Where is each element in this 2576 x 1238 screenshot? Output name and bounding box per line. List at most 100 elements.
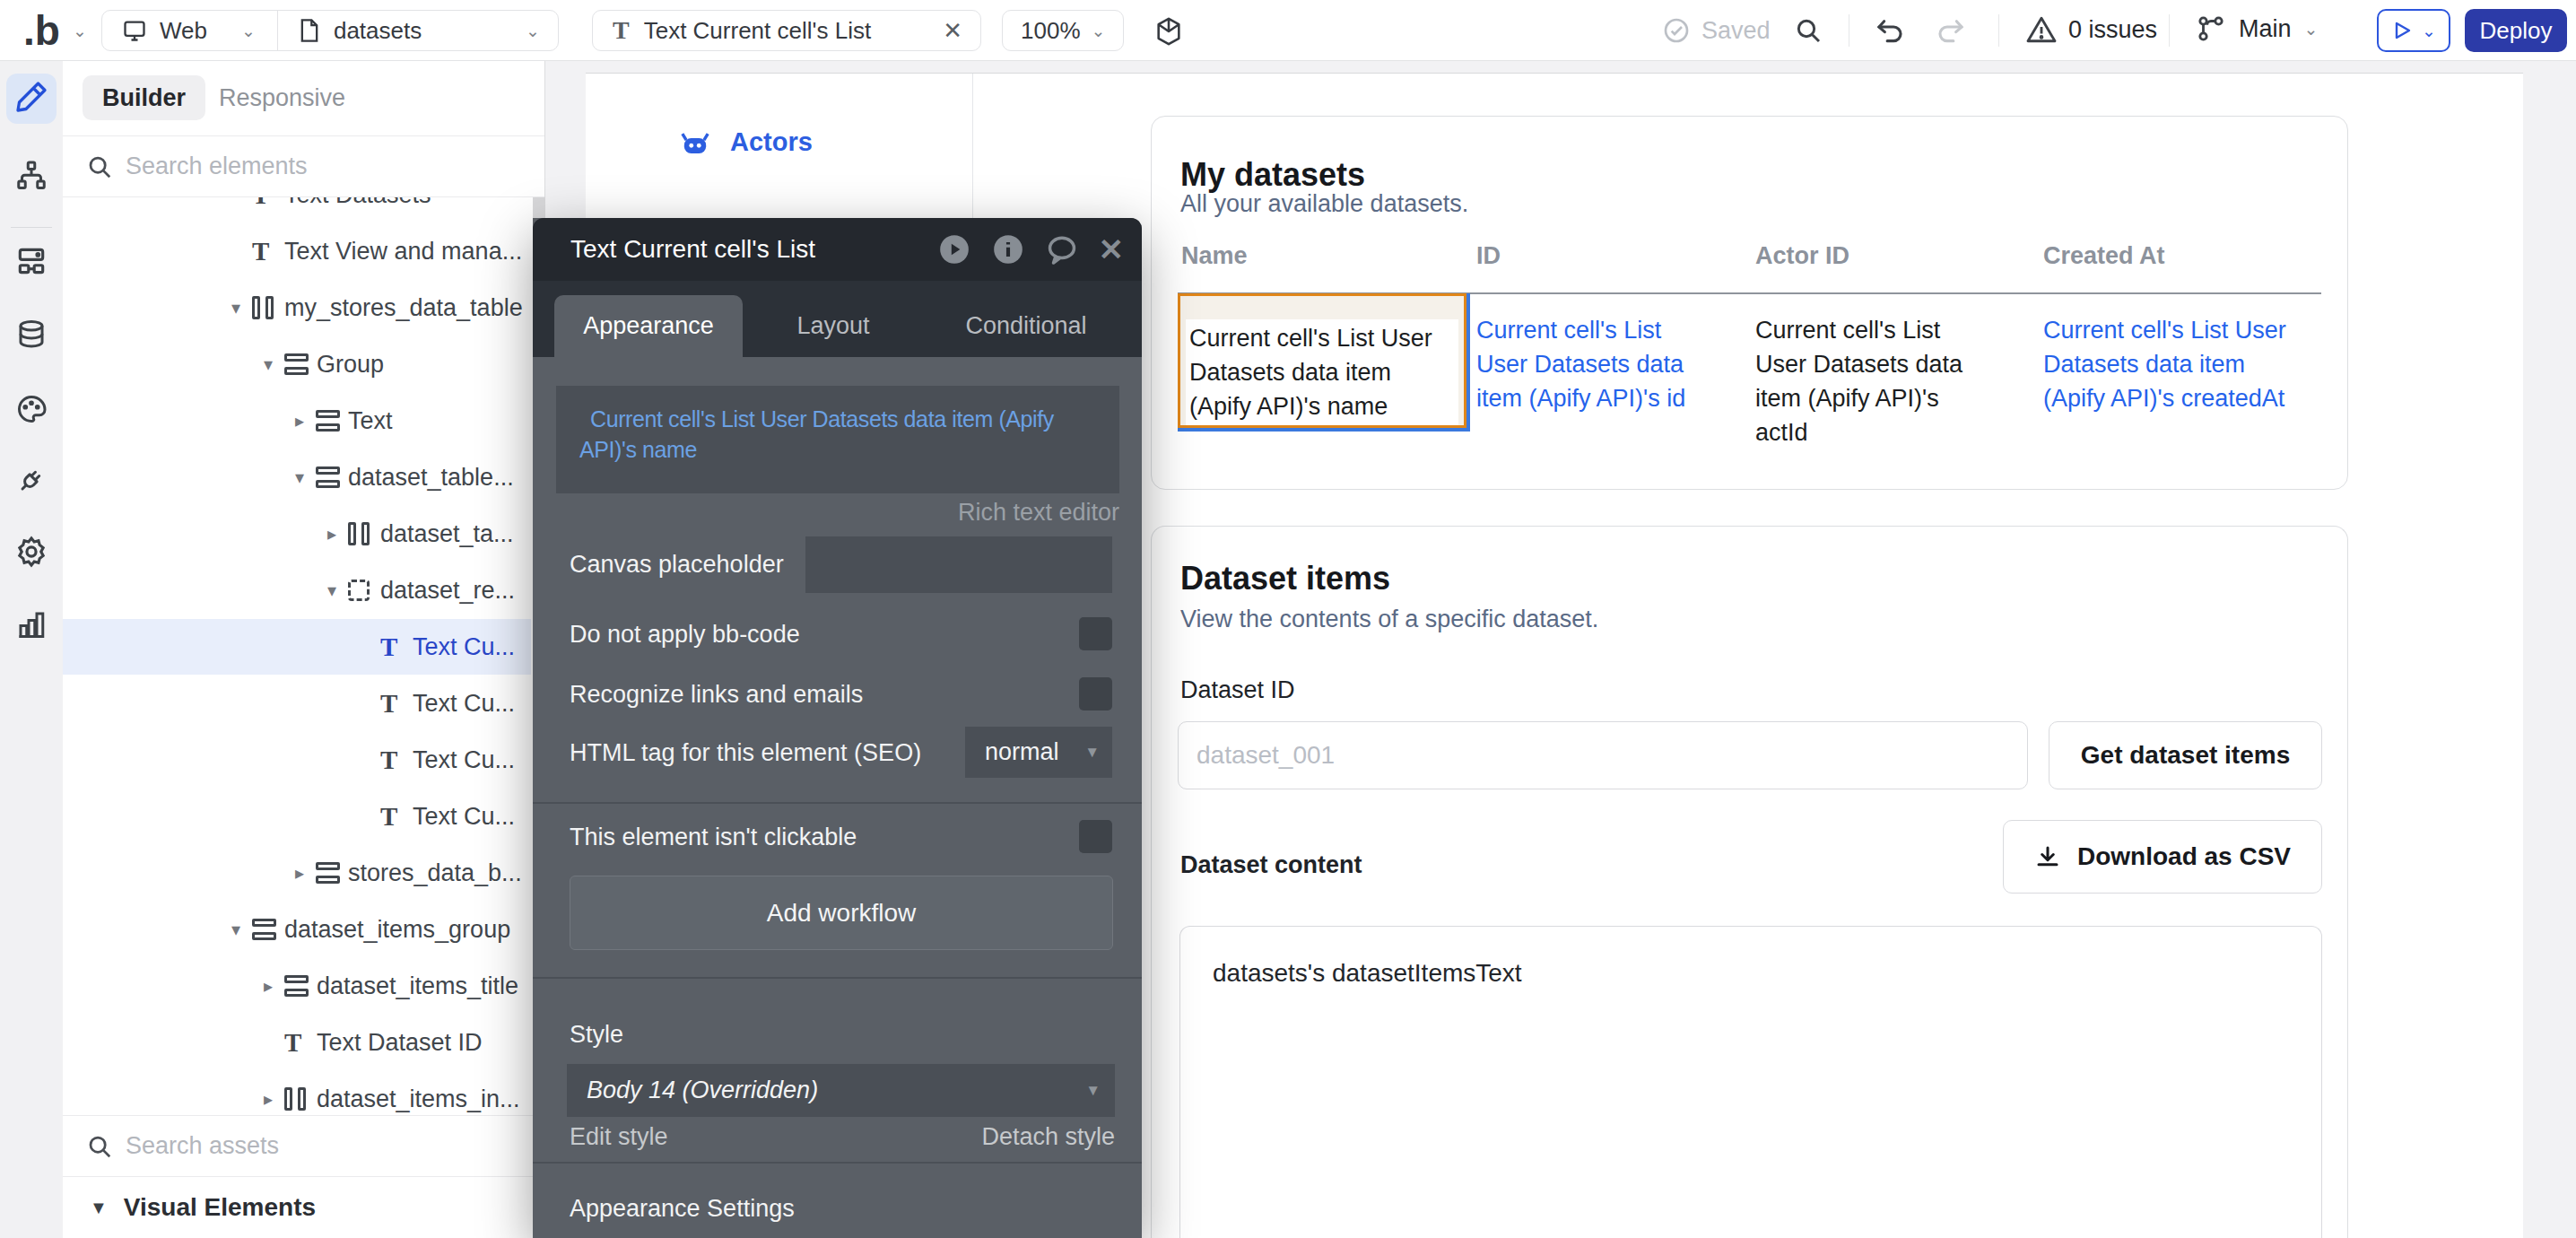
bbcode-checkbox[interactable] xyxy=(1079,617,1112,650)
dataset-items-card: Dataset items View the contents of a spe… xyxy=(1151,526,2348,1238)
chevron-right-icon[interactable]: ▸ xyxy=(283,862,316,884)
tree-item-dataset-items-title[interactable]: ▸dataset_items_title xyxy=(63,958,531,1014)
expression-line: API)'s name xyxy=(579,434,1096,465)
tree-item-text-cu-[interactable]: TText Cu... xyxy=(63,732,531,788)
tree-item-text-datasets[interactable]: TText Datasets xyxy=(63,197,531,222)
issues-indicator[interactable]: 0 issues xyxy=(2025,13,2157,46)
inspector-tabs: Appearance Layout Conditional xyxy=(533,281,1142,357)
workflow-icon[interactable] xyxy=(15,160,48,196)
logs-icon[interactable] xyxy=(15,608,48,644)
chevron-right-icon[interactable]: ▸ xyxy=(252,975,284,997)
undo-icon[interactable] xyxy=(1875,16,1905,47)
data-icon[interactable] xyxy=(15,318,48,354)
tree-item-label: dataset_table... xyxy=(348,464,514,492)
styles-icon[interactable] xyxy=(15,393,48,429)
get-dataset-items-button[interactable]: Get dataset items xyxy=(2049,721,2322,789)
platform-label[interactable]: Web xyxy=(160,17,207,45)
chevron-right-icon[interactable]: ▸ xyxy=(316,523,348,545)
tree-item-text-cu-[interactable]: TText Cu... xyxy=(63,789,531,844)
table-cell-actor: Current cell's ListUser Datasets dataite… xyxy=(1755,313,1962,449)
sidebar-item-actors[interactable]: Actors xyxy=(680,127,813,157)
info-icon[interactable] xyxy=(991,232,1025,266)
edit-style-link[interactable]: Edit style xyxy=(570,1123,668,1151)
chevron-down-icon[interactable]: ▾ xyxy=(316,580,348,601)
zoom-control[interactable]: 100% ⌄ xyxy=(1002,10,1124,51)
rich-text-editor-link[interactable]: Rich text editor xyxy=(958,499,1119,527)
tree-item-my-stores-data-table[interactable]: ▾my_stores_data_table xyxy=(63,280,531,336)
selected-canvas-element[interactable]: Current cell's List UserDatasets data it… xyxy=(1178,293,1466,428)
deploy-button[interactable]: Deploy xyxy=(2465,9,2567,52)
warning-icon xyxy=(2025,13,2058,46)
dataset-content-box: datasets's datasetItemsText xyxy=(1179,926,2322,1238)
search-elements[interactable]: Search elements xyxy=(63,136,544,197)
group-element-icon xyxy=(316,410,346,432)
close-icon[interactable]: ✕ xyxy=(1099,231,1125,267)
tree-item-dataset-ta-[interactable]: ▸dataset_ta... xyxy=(63,506,531,562)
tree-item-text-cu-[interactable]: TText Cu... xyxy=(63,619,531,675)
dataset-id-input[interactable]: dataset_001 xyxy=(1178,721,2028,789)
design-icon[interactable] xyxy=(15,81,48,117)
add-workflow-button[interactable]: Add workflow xyxy=(570,876,1113,950)
cell-line: Current cell's List User xyxy=(1189,321,1455,355)
tree-item-dataset-table-[interactable]: ▾ dataset_table... xyxy=(63,449,531,505)
comment-icon[interactable] xyxy=(1045,232,1079,266)
chevron-right-icon[interactable]: ▸ xyxy=(252,1088,284,1110)
cell-line: Datasets data item xyxy=(2043,347,2286,381)
close-icon[interactable]: ✕ xyxy=(943,17,962,45)
components-icon[interactable] xyxy=(14,244,48,282)
visual-elements-section[interactable]: ▼ Visual Elements xyxy=(63,1177,544,1238)
dataset-content-text: datasets's datasetItemsText xyxy=(1213,959,1522,988)
settings-icon[interactable] xyxy=(14,535,48,572)
tab-conditional[interactable]: Conditional xyxy=(954,295,1098,357)
chevron-down-icon[interactable]: ▾ xyxy=(283,466,316,488)
download-csv-button[interactable]: Download as CSV xyxy=(2003,820,2322,894)
chevron-down-icon[interactable]: ▾ xyxy=(220,919,252,940)
detach-style-link[interactable]: Detach style xyxy=(981,1123,1115,1151)
tree-item-dataset-items-group[interactable]: ▾dataset_items_group xyxy=(63,902,531,957)
branch-selector[interactable]: Main ⌄ xyxy=(2196,13,2318,44)
tab-builder[interactable]: Builder xyxy=(83,75,205,120)
tree-item-label: Text xyxy=(348,407,393,435)
open-element-tab[interactable]: T Text Current cell's List ✕ xyxy=(592,10,981,51)
tree-item-text-dataset-id[interactable]: TText Dataset ID xyxy=(63,1015,531,1070)
inspector-header[interactable]: Text Current cell's List ✕ xyxy=(533,218,1142,281)
tab-responsive[interactable]: Responsive xyxy=(199,75,365,120)
tree-item-label: Text Datasets xyxy=(284,197,431,209)
column-header-actor-id: Actor ID xyxy=(1755,242,1849,270)
tab-appearance[interactable]: Appearance xyxy=(554,295,743,357)
tree-item-group[interactable]: ▾Group xyxy=(63,336,531,392)
search-assets[interactable]: Search assets xyxy=(63,1115,544,1177)
preview-button[interactable]: ⌄ xyxy=(2377,9,2450,52)
chevron-down-icon[interactable]: ▾ xyxy=(252,353,284,375)
chevron-down-icon: ▼ xyxy=(1085,1082,1101,1100)
canvas-placeholder-input[interactable] xyxy=(805,536,1112,593)
tree-item-text-cu-[interactable]: TText Cu... xyxy=(63,676,531,731)
monitor-icon xyxy=(122,18,147,43)
seo-dropdown[interactable]: normal ▼ xyxy=(965,727,1112,778)
text-expression-box[interactable]: Current cell's List User Datasets data i… xyxy=(556,386,1119,493)
page-name[interactable]: datasets xyxy=(334,17,422,45)
column-header-created-at: Created At xyxy=(2043,242,2165,270)
top-toolbar: .b ⌄ Web ⌄ datasets ⌄ T Text Current cel… xyxy=(0,0,2576,61)
plugins-icon[interactable] xyxy=(15,464,48,500)
page-icon xyxy=(298,18,321,43)
bubble-logo[interactable]: .b ⌄ xyxy=(23,7,87,54)
table-cell-id[interactable]: Current cell's ListUser Datasets dataite… xyxy=(1476,313,1685,415)
links-checkbox[interactable] xyxy=(1079,677,1112,711)
search-icon[interactable] xyxy=(1794,16,1823,45)
run-icon[interactable] xyxy=(937,232,971,266)
style-dropdown[interactable]: Body 14 (Overridden) ▼ xyxy=(567,1064,1115,1117)
tab-layout[interactable]: Layout xyxy=(775,295,892,357)
chevron-right-icon[interactable]: ▸ xyxy=(283,410,316,432)
clickable-checkbox[interactable] xyxy=(1079,820,1112,853)
tree-item-dataset-re-[interactable]: ▾dataset_re... xyxy=(63,562,531,618)
tree-item-stores-data-b-[interactable]: ▸stores_data_b... xyxy=(63,845,531,901)
left-rail xyxy=(0,61,63,1238)
tree-item-text[interactable]: ▸ Text xyxy=(63,393,531,449)
redo-icon[interactable] xyxy=(1936,16,1966,47)
chevron-down-icon: ⌄ xyxy=(73,21,87,41)
table-cell-created[interactable]: Current cell's List UserDatasets data it… xyxy=(2043,313,2286,415)
chevron-down-icon[interactable]: ▾ xyxy=(220,297,252,318)
package-icon[interactable] xyxy=(1153,16,1184,47)
tree-item-text-view-and-mana-[interactable]: TText View and mana... xyxy=(63,223,531,279)
